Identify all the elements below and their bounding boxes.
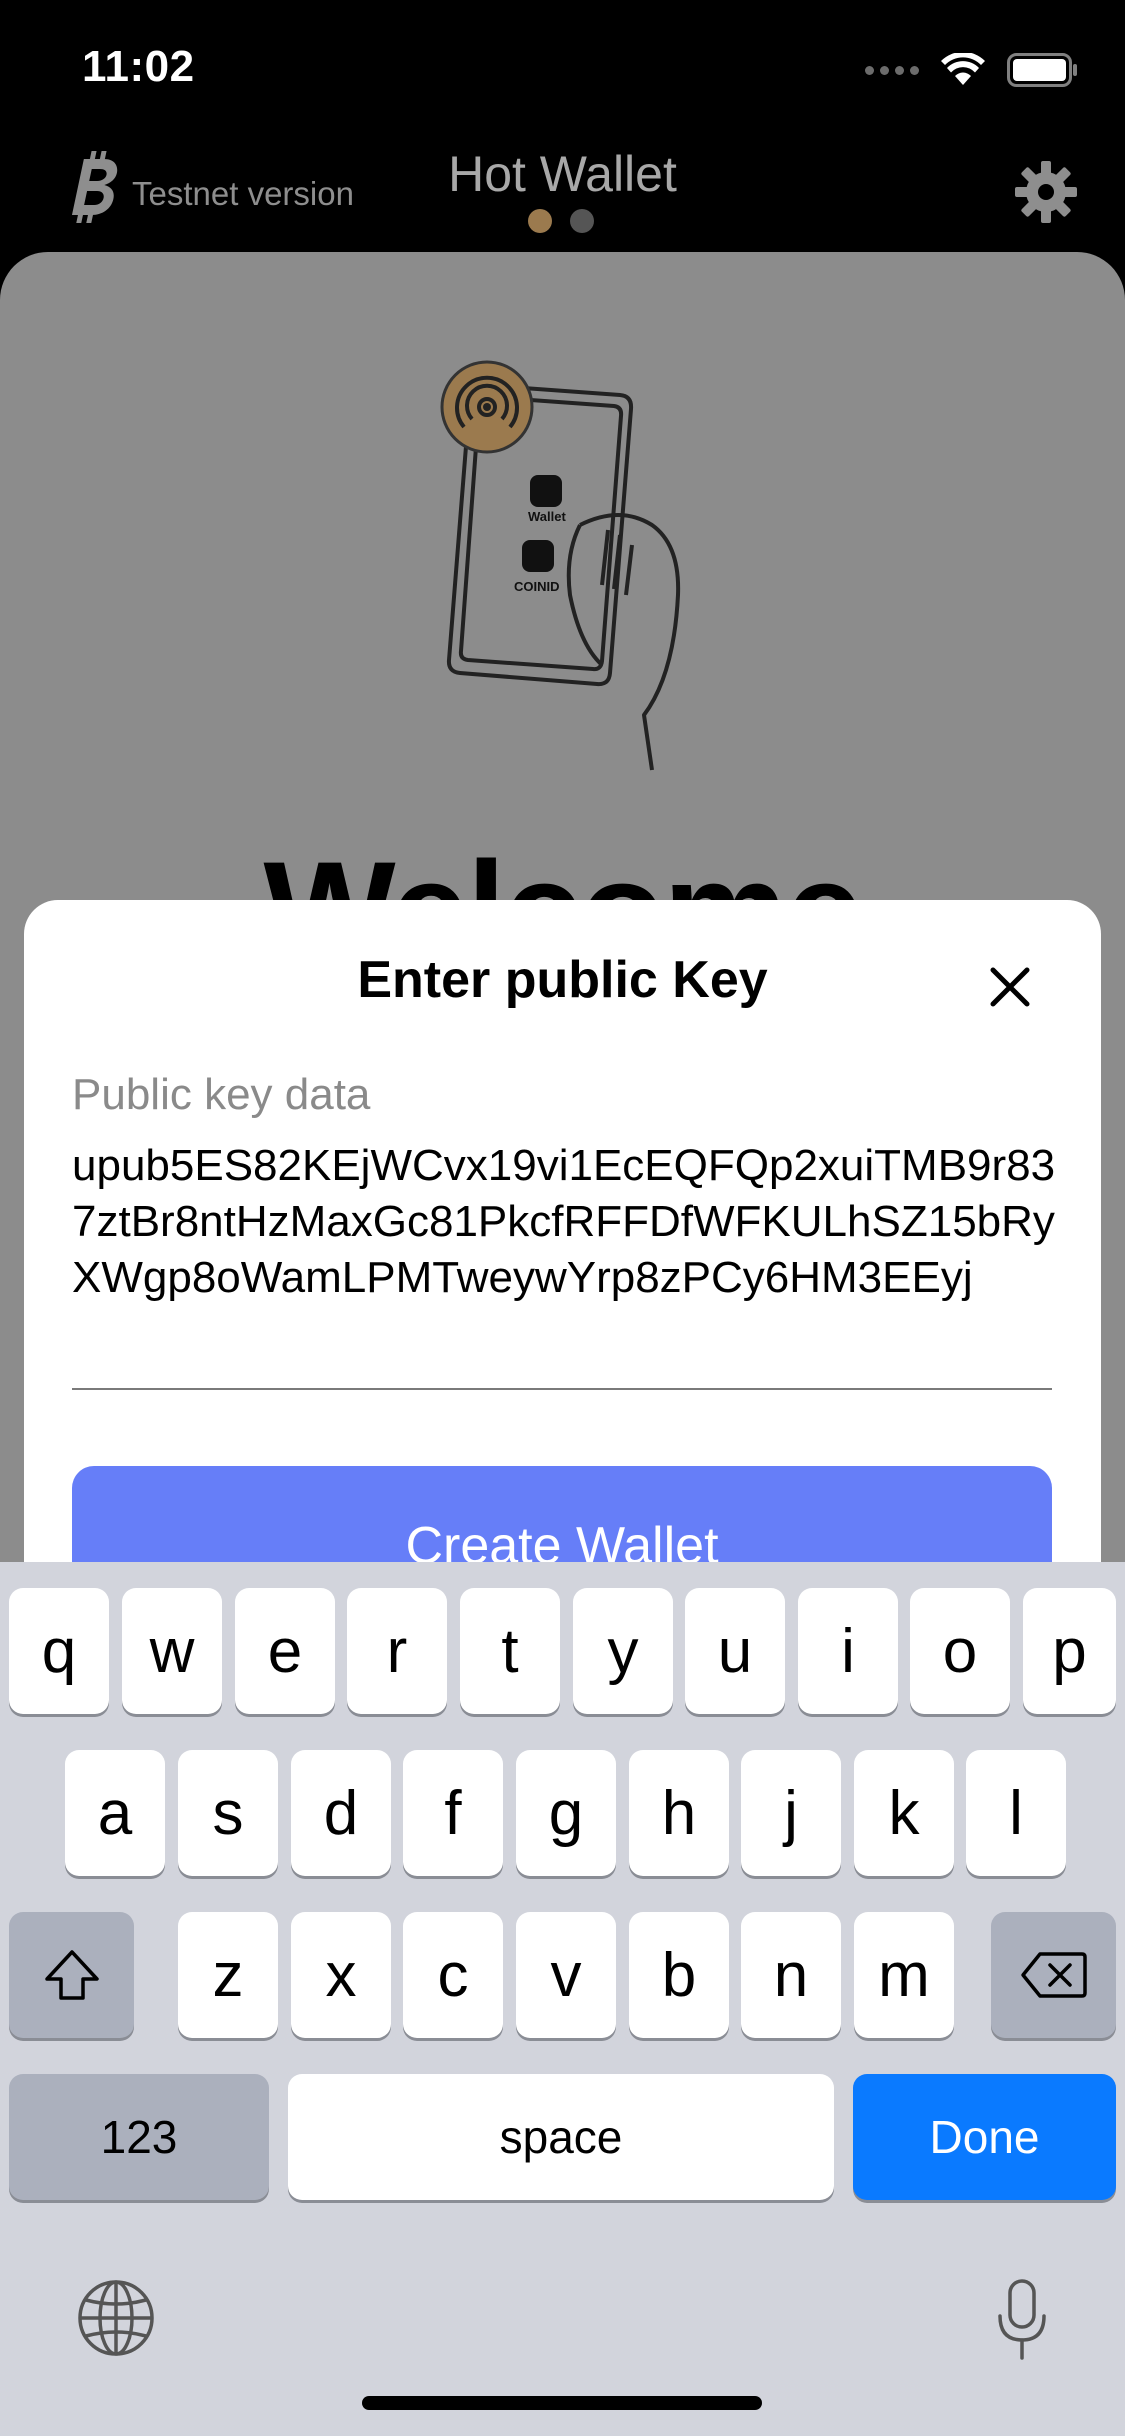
home-indicator[interactable] (362, 2396, 762, 2410)
done-key[interactable]: Done (853, 2074, 1116, 2200)
input-underline (72, 1388, 1052, 1390)
public-key-modal: Enter public Key Public key data upub5ES… (24, 900, 1101, 1600)
illustration-label-wallet: Wallet (528, 509, 566, 524)
key-c[interactable]: c (403, 1912, 503, 2038)
key-w[interactable]: w (122, 1588, 222, 1714)
key-b[interactable]: b (629, 1912, 729, 2038)
key-u[interactable]: u (685, 1588, 785, 1714)
key-z[interactable]: z (178, 1912, 278, 2038)
key-y[interactable]: y (573, 1588, 673, 1714)
status-icons (865, 48, 1079, 92)
wifi-icon (941, 53, 985, 85)
key-o[interactable]: o (910, 1588, 1010, 1714)
shift-arrow-icon (44, 1950, 99, 2000)
key-r[interactable]: r (347, 1588, 447, 1714)
key-i[interactable]: i (798, 1588, 898, 1714)
public-key-label: Public key data (72, 1070, 371, 1119)
key-g[interactable]: g (516, 1750, 616, 1876)
key-q[interactable]: q (9, 1588, 109, 1714)
nfc-phone-illustration: Wallet COINID (440, 360, 681, 771)
status-time: 11:02 (82, 42, 195, 91)
illustration-label-coinid: COINID (514, 579, 560, 594)
key-m[interactable]: m (854, 1912, 954, 2038)
key-p[interactable]: p (1023, 1588, 1116, 1714)
key-e[interactable]: e (235, 1588, 335, 1714)
modal-title: Enter public Key (357, 951, 768, 1009)
space-key[interactable]: space (288, 2074, 834, 2200)
key-k[interactable]: k (854, 1750, 954, 1876)
key-f[interactable]: f (403, 1750, 503, 1876)
app-header: Testnet version Hot Wallet (0, 135, 1125, 255)
key-h[interactable]: h (629, 1750, 729, 1876)
microphone-icon[interactable] (994, 2278, 1050, 2362)
status-bar: 11:02 (0, 0, 1125, 135)
backspace-icon (1020, 1952, 1087, 1998)
delete-key[interactable] (991, 1912, 1116, 2038)
key-x[interactable]: x (291, 1912, 391, 2038)
page-dot-1[interactable] (528, 209, 552, 233)
page-indicator[interactable] (528, 209, 594, 233)
page-dot-2[interactable] (570, 209, 594, 233)
cellular-signal-icon (865, 65, 919, 75)
close-icon[interactable] (985, 962, 1035, 1012)
key-s[interactable]: s (178, 1750, 278, 1876)
globe-icon[interactable] (76, 2278, 156, 2358)
key-j[interactable]: j (741, 1750, 841, 1876)
key-l[interactable]: l (966, 1750, 1066, 1876)
public-key-input[interactable]: upub5ES82KEjWCvx19vi1EcEQFQp2xuiTMB9r837… (72, 1138, 1062, 1306)
key-v[interactable]: v (516, 1912, 616, 2038)
settings-gear-icon[interactable] (1013, 159, 1079, 225)
key-a[interactable]: a (65, 1750, 165, 1876)
shift-key[interactable] (9, 1912, 134, 2038)
page-title: Hot Wallet (448, 146, 677, 202)
key-t[interactable]: t (460, 1588, 560, 1714)
numbers-key[interactable]: 123 (9, 2074, 269, 2200)
battery-icon (1007, 53, 1077, 87)
key-n[interactable]: n (741, 1912, 841, 2038)
key-d[interactable]: d (291, 1750, 391, 1876)
